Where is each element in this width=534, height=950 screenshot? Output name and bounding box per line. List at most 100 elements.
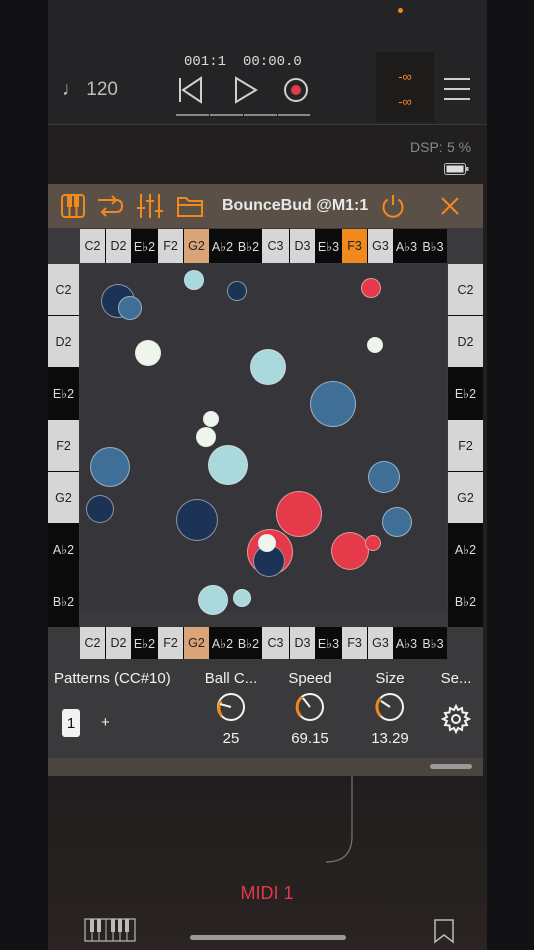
plugin-footer [48,758,483,776]
piano-icon [61,194,85,218]
left-keyboard: C2 D2 E♭2 F2 G2 A♭2 B♭2 [48,264,79,627]
knob-icon [375,693,404,721]
ball [258,534,276,552]
top-key-5[interactable]: A♭2 [210,229,235,263]
presets-button[interactable] [176,194,204,218]
right-key-3[interactable]: F2 [448,420,483,471]
status-dot [398,8,403,13]
add-pattern-button[interactable]: + [101,714,110,731]
bottom-key-13[interactable]: B♭3 [420,627,446,659]
bottom-key-4[interactable]: G2 [184,627,209,659]
bookmark-button[interactable] [433,918,455,944]
top-key-8[interactable]: D3 [290,229,315,263]
knob-label-speed: Speed [288,670,332,687]
menu-button[interactable] [442,76,472,104]
pattern-slot-1[interactable]: 1 [62,709,80,737]
knob-icon [217,693,245,721]
play-button[interactable] [229,72,263,112]
plugin-toolbar: BounceBud @M1:1 [48,184,483,228]
ball [382,507,412,537]
right-key-2[interactable]: E♭2 [448,368,483,419]
bottom-key-8[interactable]: D3 [290,627,315,659]
bottom-key-1[interactable]: D2 [106,627,131,659]
right-key-0[interactable]: C2 [448,264,483,315]
resize-handle[interactable] [430,764,472,769]
top-key-7[interactable]: C3 [262,229,289,263]
knob-label-ball-count: Ball C... [204,670,258,687]
top-divider [48,124,487,125]
bottom-key-5[interactable]: A♭2 [210,627,235,659]
ball [86,495,114,523]
top-keyboard: C2 D2 E♭2 F2 G2 A♭2 B♭2 C3 D3 E♭3 F3 G3 A♭3 B♭3 [80,229,447,263]
bottom-key-10[interactable]: F3 [342,627,367,659]
bottom-key-6[interactable]: B♭2 [236,627,261,659]
level-top: -∞ [398,69,412,84]
size-knob[interactable] [373,690,407,724]
knob-icon [295,693,324,721]
left-key-2[interactable]: E♭2 [48,368,79,419]
ball [361,278,381,298]
dsp-value: 5 % [447,139,472,155]
top-key-0[interactable]: C2 [80,229,105,263]
home-indicator [190,935,346,940]
ball [310,381,356,427]
piano-icon [84,918,136,942]
right-margin [487,0,534,950]
keyboard-button[interactable] [60,193,86,219]
bottom-key-3[interactable]: F2 [158,627,183,659]
ball [118,296,142,320]
bottom-key-12[interactable]: A♭3 [394,627,419,659]
ball-count-knob[interactable] [214,690,248,724]
ball [184,270,204,290]
right-key-6[interactable]: B♭2 [448,576,483,626]
top-key-9[interactable]: E♭3 [316,229,341,263]
balls-layer [80,264,447,615]
top-key-3[interactable]: F2 [158,229,183,263]
right-key-4[interactable]: G2 [448,472,483,523]
bottom-key-7[interactable]: C3 [262,627,289,659]
piano-keyboard-button[interactable] [84,918,136,942]
left-key-4[interactable]: G2 [48,472,79,523]
top-key-10[interactable]: F3 [342,229,367,263]
top-key-13[interactable]: B♭3 [420,229,446,263]
ball [368,461,400,493]
patterns-label: Patterns (CC#10) [54,670,171,687]
ball [135,340,161,366]
right-key-1[interactable]: D2 [448,316,483,367]
right-key-5[interactable]: A♭2 [448,524,483,575]
bottom-keyboard: C2 D2 E♭2 F2 G2 A♭2 B♭2 C3 D3 E♭3 F3 G3 A♭3 B♭3 [80,627,447,659]
top-key-12[interactable]: A♭3 [394,229,419,263]
ball [196,427,216,447]
bounce-playfield[interactable] [80,264,447,615]
routing-button[interactable] [96,193,124,219]
bottom-key-2[interactable]: E♭2 [132,627,157,659]
bottom-key-11[interactable]: G3 [368,627,393,659]
top-key-4[interactable]: G2 [184,229,209,263]
mixer-button[interactable] [137,192,163,220]
left-key-0[interactable]: C2 [48,264,79,315]
top-key-11[interactable]: G3 [368,229,393,263]
bottom-key-0[interactable]: C2 [80,627,105,659]
rewind-button[interactable] [176,72,210,112]
top-key-2[interactable]: E♭2 [132,229,157,263]
close-button[interactable] [440,196,460,216]
top-key-1[interactable]: D2 [106,229,131,263]
bottom-key-9[interactable]: E♭3 [316,627,341,659]
knob-value-ball-count: 25 [222,730,240,747]
bypass-button[interactable] [380,193,406,219]
left-key-1[interactable]: D2 [48,316,79,367]
ball [367,337,383,353]
record-button[interactable] [280,74,314,110]
ball [90,447,130,487]
settings-button[interactable] [440,703,472,735]
tempo-display[interactable]: ♩ 120 [62,79,118,101]
speed-knob[interactable] [293,690,327,724]
left-key-6[interactable]: B♭2 [48,576,79,626]
ball [250,349,286,385]
play-icon [235,76,258,104]
track-name[interactable]: MIDI 1 [0,883,534,904]
transport-underline [176,114,310,116]
left-key-3[interactable]: F2 [48,420,79,471]
left-key-5[interactable]: A♭2 [48,524,79,575]
top-key-6[interactable]: B♭2 [236,229,261,263]
